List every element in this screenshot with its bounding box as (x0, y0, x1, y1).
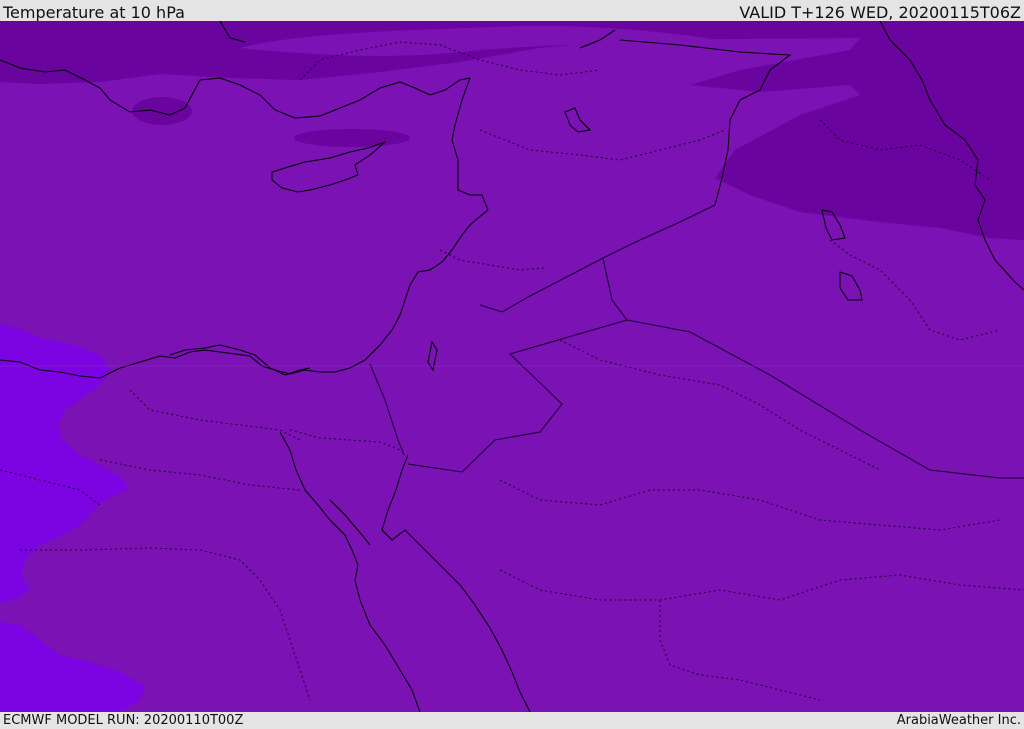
credit-label: ArabiaWeather Inc. (896, 713, 1021, 728)
valid-time: VALID T+126 WED, 20200115T06Z (739, 3, 1021, 21)
header-bar: Temperature at 10 hPa VALID T+126 WED, 2… (0, 0, 1024, 21)
map-title: Temperature at 10 hPa (3, 3, 185, 21)
cold-blob-cyprus (294, 129, 410, 147)
footer-bar: ECMWF MODEL RUN: 20200110T00Z ArabiaWeat… (0, 712, 1024, 729)
weather-map (0, 21, 1024, 712)
model-run-label: ECMWF MODEL RUN: 20200110T00Z (3, 713, 244, 728)
